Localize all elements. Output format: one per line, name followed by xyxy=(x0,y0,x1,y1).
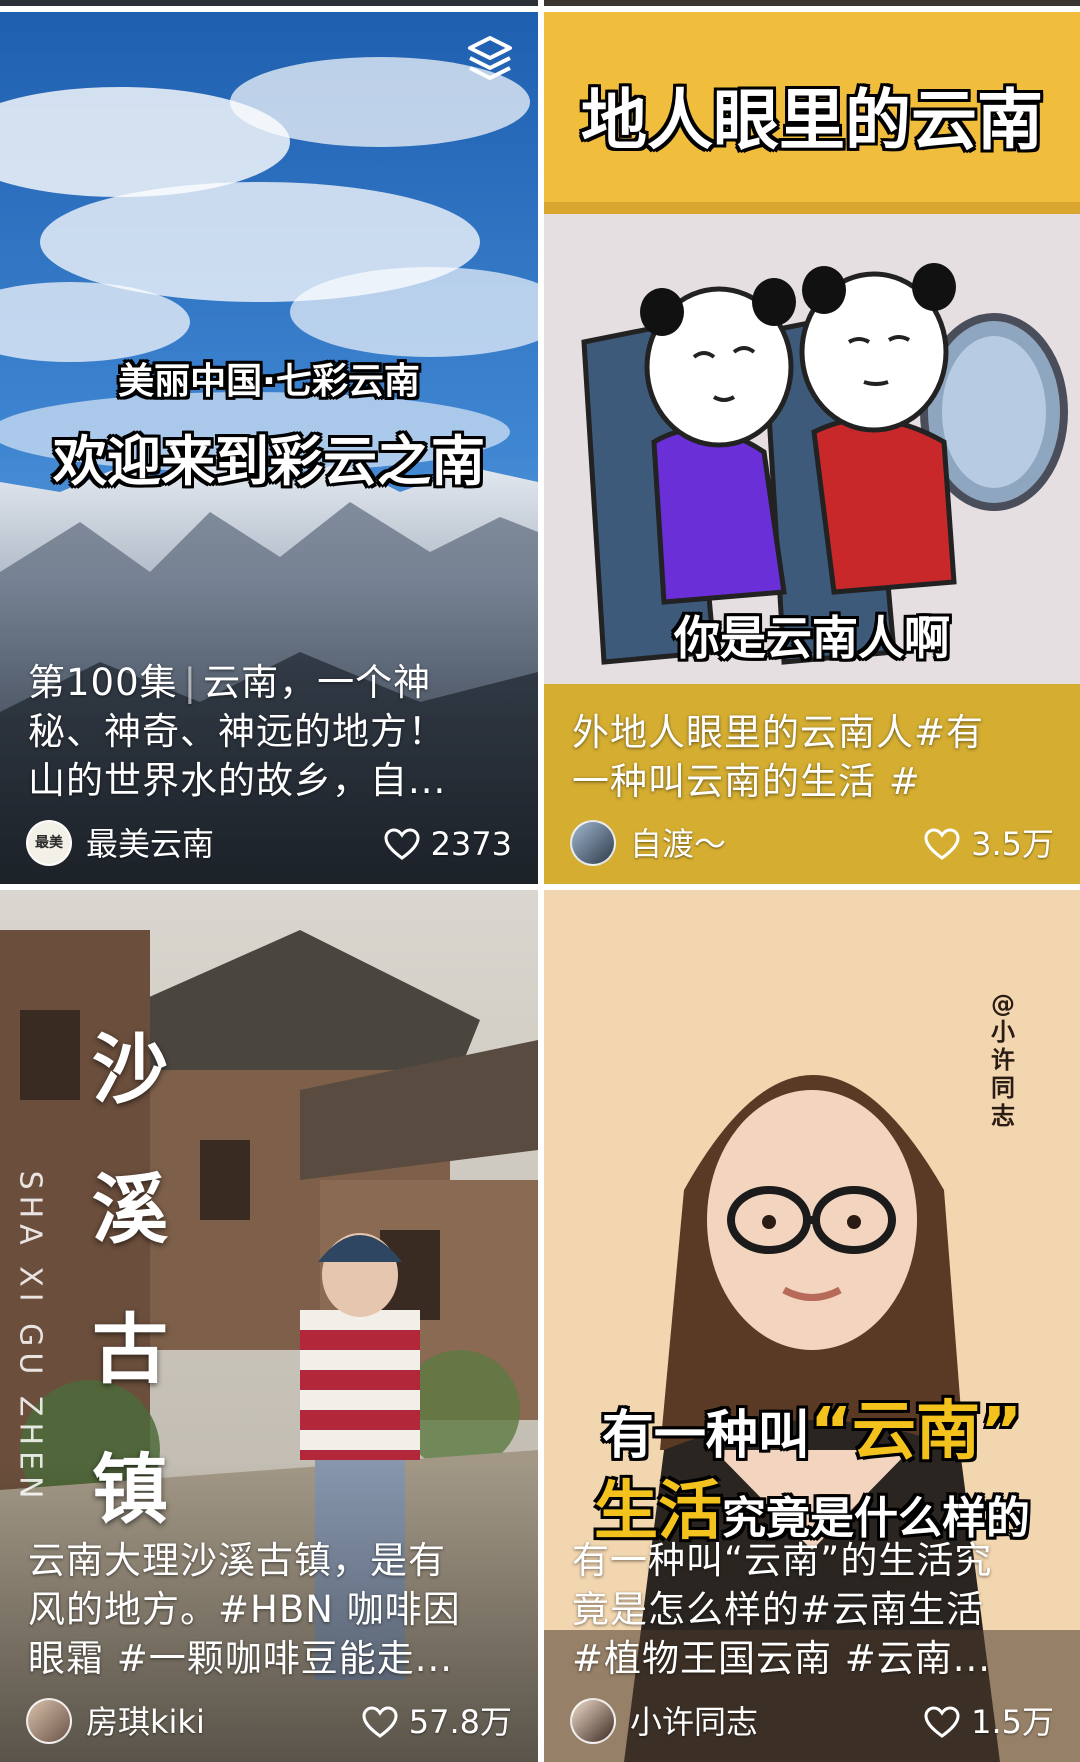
card-2-description: 外地人眼里的云南人#有 一种叫云南的生活 # xyxy=(572,711,985,803)
like-counter[interactable]: 3.5万 xyxy=(923,824,1054,864)
card-4-overlay-line1: 有一种叫“云南” xyxy=(601,1395,1023,1469)
video-card-1[interactable]: 美丽中国·七彩云南 欢迎来到彩云之南 第100集 | 云南，一个神 秘、神奇、神远的… xyxy=(0,12,538,884)
card-2-overlay-title: 地人眼里的云南 xyxy=(581,82,1043,159)
card-3-overlay-vertical-title: 沙 溪 古 镇 xyxy=(92,1025,168,1534)
previous-row-edge xyxy=(0,0,1080,12)
avatar[interactable] xyxy=(570,820,616,866)
author-name[interactable]: 最美云南 xyxy=(86,824,214,864)
video-card-4[interactable]: @小许同志 有一种叫“云南” 生活究竟是什么样的 有一种叫“云南”的生活究 竟是… xyxy=(544,890,1080,1762)
video-feed-grid: 美丽中国·七彩云南 欢迎来到彩云之南 第100集 | 云南，一个神 秘、神奇、神远的… xyxy=(0,0,1080,1762)
card-1-meta: 最美 最美云南 2373 xyxy=(26,818,512,868)
collection-layers-icon[interactable] xyxy=(466,34,514,86)
card-1-description: 第100集 | 云南，一个神 秘、神奇、神远的地方！ 山的世界水的故乡，自... xyxy=(28,661,447,802)
card-2-overlay-caption: 你是云南人啊 xyxy=(674,611,950,665)
author-name[interactable]: 房琪kiki xyxy=(86,1702,205,1742)
like-count: 3.5万 xyxy=(971,825,1054,863)
author-name[interactable]: 小许同志 xyxy=(630,1702,758,1742)
card-4-meta: 小许同志 1.5万 xyxy=(570,1696,1054,1746)
card-4-overlay-handle: @小许同志 xyxy=(991,990,1015,1130)
like-count: 2373 xyxy=(430,825,512,863)
like-counter[interactable]: 57.8万 xyxy=(361,1702,512,1742)
card-4-overlay-quote: “云南” xyxy=(809,1395,1023,1469)
card-1-overlay-subtitle: 美丽中国·七彩云南 xyxy=(118,361,420,402)
card-3-meta: 房琪kiki 57.8万 xyxy=(26,1696,512,1746)
author-name[interactable]: 自渡～ xyxy=(630,824,726,864)
previous-card-edge-left xyxy=(0,0,538,6)
card-2-meta: 自渡～ 3.5万 xyxy=(570,818,1054,868)
avatar[interactable]: 最美 xyxy=(26,820,72,866)
heart-icon xyxy=(362,1706,398,1738)
heart-icon xyxy=(924,1706,960,1738)
heart-icon xyxy=(384,828,420,860)
like-counter[interactable]: 1.5万 xyxy=(923,1702,1054,1742)
video-card-3[interactable]: 沙 溪 古 镇 SHA XI GU ZHEN 云南大理沙溪古镇，是有 风的地方。… xyxy=(0,890,538,1762)
like-count: 57.8万 xyxy=(408,1703,512,1741)
heart-icon xyxy=(924,828,960,860)
avatar[interactable] xyxy=(26,1698,72,1744)
like-counter[interactable]: 2373 xyxy=(383,824,512,864)
video-card-2[interactable]: 地人眼里的云南 你是云南人啊 外地人眼里的云南人#有 一种叫云南的生活 # 自渡… xyxy=(544,12,1080,884)
avatar[interactable] xyxy=(570,1698,616,1744)
previous-card-edge-right xyxy=(544,0,1080,6)
card-4-description: 有一种叫“云南”的生活究 竟是怎么样的#云南生活 #植物王国云南 #云南... xyxy=(572,1539,993,1680)
card-3-description: 云南大理沙溪古镇，是有 风的地方。#HBN 咖啡因 眼霜 #一颗咖啡豆能走... xyxy=(28,1539,461,1680)
episode-separator: | xyxy=(183,661,198,704)
card-3-overlay-pinyin: SHA XI GU ZHEN xyxy=(12,1170,48,1505)
episode-label: 第100集 xyxy=(28,661,178,704)
like-count: 1.5万 xyxy=(971,1703,1054,1741)
card-1-overlay-title: 欢迎来到彩云之南 xyxy=(53,430,485,493)
